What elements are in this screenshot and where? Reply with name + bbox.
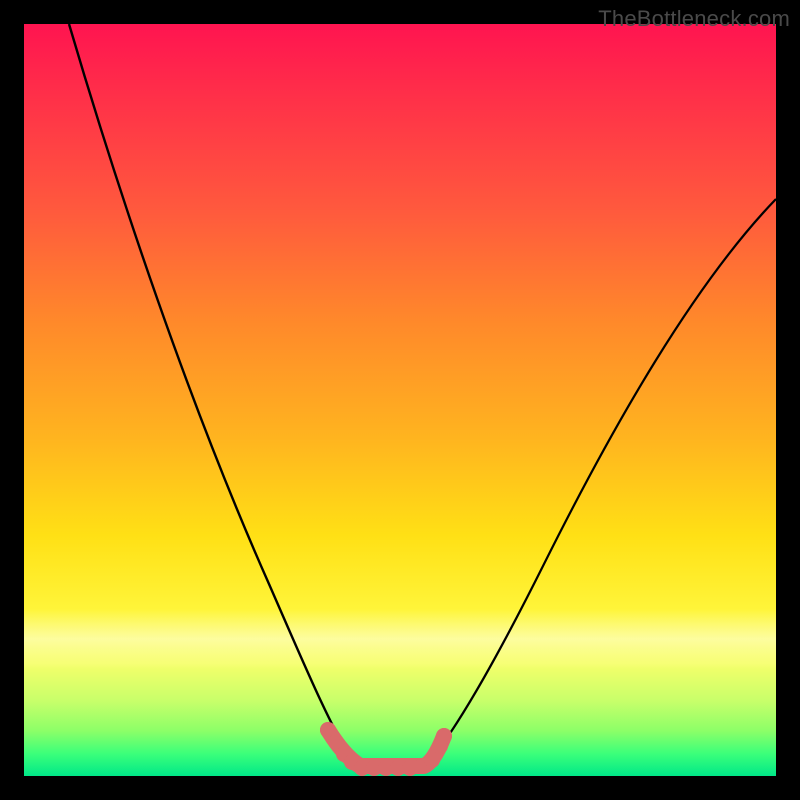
chart-frame <box>24 24 776 776</box>
curve-left <box>69 24 356 768</box>
watermark-text: TheBottleneck.com <box>598 6 790 32</box>
bottleneck-curve <box>24 24 776 776</box>
curve-right <box>424 199 776 768</box>
